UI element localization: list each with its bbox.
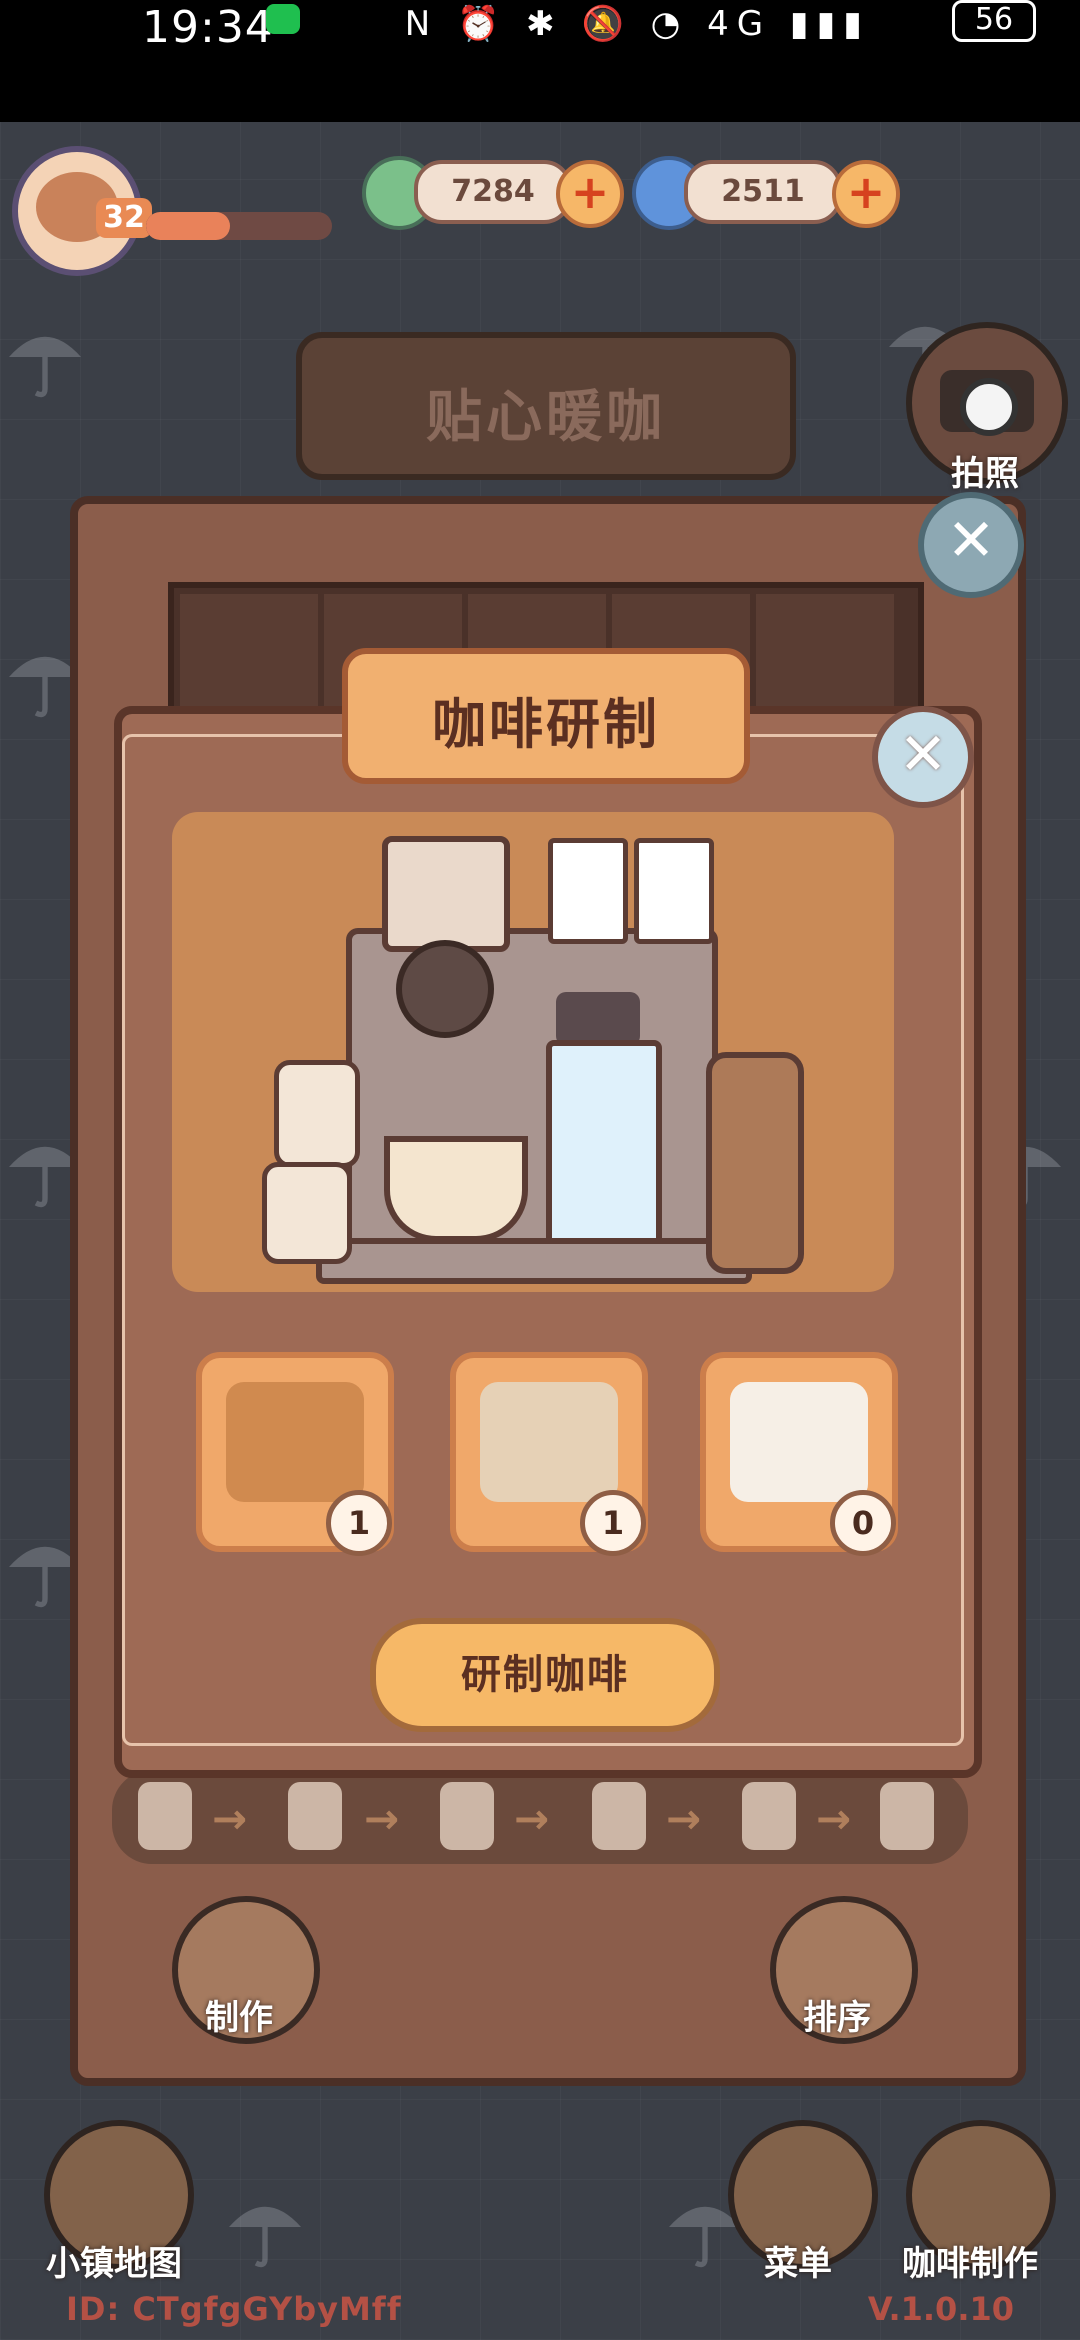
modal-title: 咖啡研制 [432, 693, 660, 756]
coffee-cup-icon [384, 1136, 528, 1242]
modal-close-button[interactable]: ✕ [872, 706, 974, 808]
close-icon: ✕ [946, 506, 996, 574]
camera-label: 拍照 [951, 454, 1019, 494]
coffee-jar-icon [262, 1162, 352, 1264]
chain-arrow-icon: → [364, 1794, 400, 1843]
town-map-label: 小镇地图 [46, 2244, 182, 2284]
xp-bar [146, 212, 332, 240]
brew-coffee-button[interactable]: 研制咖啡 [370, 1618, 720, 1732]
milk-powder-count: 1 [580, 1490, 646, 1556]
chain-arrow-icon: → [212, 1794, 248, 1843]
chain-arrow-icon: → [666, 1794, 702, 1843]
chain-item-pitcher [880, 1782, 934, 1850]
coffee-beans-count: 1 [326, 1490, 392, 1556]
chain-item-bottle [440, 1782, 494, 1850]
coffee-bag-icon [706, 1052, 804, 1274]
paper-cup-icon [548, 838, 628, 944]
milk-jug-icon [546, 1040, 662, 1246]
status-icons: N ⏰ ✱ 🔕 ◔ 4G ▮▮▮ [404, 4, 870, 44]
machine-dial-icon [396, 940, 494, 1038]
coffee-grinder-icon [382, 836, 510, 952]
xp-fill [146, 212, 230, 240]
coffee-jar-icon [274, 1060, 360, 1168]
chain-arrow-icon: → [514, 1794, 550, 1843]
status-bar: 19:34 N ⏰ ✱ 🔕 ◔ 4G ▮▮▮ 56 [0, 0, 1080, 122]
camera-lens [960, 378, 1018, 436]
player-id: ID: CTgfgGYbyMff [66, 2290, 402, 2328]
shop-title-sign: 贴心暖咖 [296, 332, 796, 480]
blue-currency-value: 2511 [684, 160, 842, 224]
chain-item-bag [288, 1782, 342, 1850]
machine-base-tray [316, 1238, 752, 1284]
jug-lid-icon [556, 992, 640, 1046]
wechat-icon [266, 4, 300, 34]
chain-item-jug [742, 1782, 796, 1850]
milk-powder-icon [480, 1382, 618, 1502]
sort-label: 排序 [803, 1998, 871, 2038]
add-green-currency-button[interactable]: + [556, 160, 624, 228]
milk-pitcher-icon [730, 1382, 868, 1502]
shelf-slot[interactable] [756, 594, 894, 706]
make-label: 制作 [205, 1998, 273, 2038]
shop-title-text: 贴心暖咖 [426, 385, 666, 450]
battery-icon: 56 [952, 0, 1036, 42]
close-icon: ✕ [898, 720, 948, 788]
chain-arrow-icon: → [816, 1794, 852, 1843]
add-blue-currency-button[interactable]: + [832, 160, 900, 228]
coffee-make-label: 咖啡制作 [902, 2244, 1038, 2284]
modal-title-banner: 咖啡研制 [342, 648, 750, 784]
shelf-slot[interactable] [180, 594, 318, 706]
paper-cup-icon [634, 838, 714, 944]
umbrella-icon [229, 2206, 301, 2268]
umbrella-icon [9, 336, 81, 398]
background-panel-close-button[interactable]: ✕ [918, 492, 1024, 598]
level-badge: 32 [96, 198, 152, 238]
chain-item-jar [592, 1782, 646, 1850]
version-label: V.1.0.10 [867, 2290, 1014, 2328]
green-currency-value: 7284 [414, 160, 572, 224]
chain-item-glass [138, 1782, 192, 1850]
status-time: 19:34 [142, 2, 274, 53]
coffee-beans-icon [226, 1382, 364, 1502]
milk-pitcher-count: 0 [830, 1490, 896, 1556]
